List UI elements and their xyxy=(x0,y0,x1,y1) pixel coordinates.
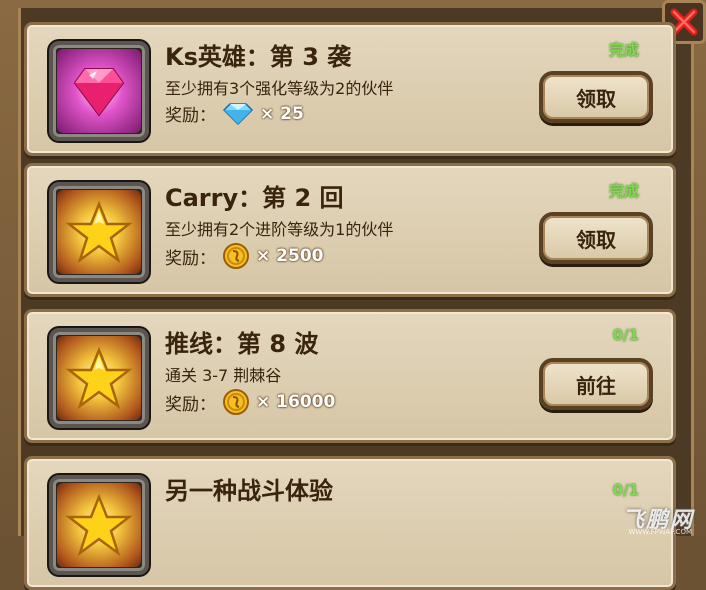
quest-status: 0/1 xyxy=(612,326,639,344)
quest-reward: 奖励： × 2500 xyxy=(165,242,323,270)
reward-amount: × 25 xyxy=(260,103,304,124)
watermark-url: WWW.FPWAP.COM xyxy=(628,528,692,536)
claim-button[interactable]: 领取 xyxy=(539,71,653,123)
quest-description: 至少拥有3个强化等级为2的伙伴 xyxy=(165,79,394,98)
quest-title: Ks英雄：第 3 袭 xyxy=(165,43,352,71)
quest-reward: 奖励： × 16000 xyxy=(165,388,335,416)
claim-button[interactable]: 领取 xyxy=(539,212,653,264)
quest-icon-frame xyxy=(49,475,149,575)
quest-title: Carry：第 2 回 xyxy=(165,184,344,212)
gold-star-icon xyxy=(65,493,133,557)
quest-title: 推线：第 8 波 xyxy=(165,330,319,358)
reward-label: 奖励： xyxy=(165,394,216,415)
diamond-icon xyxy=(222,102,254,125)
reward-label: 奖励： xyxy=(165,106,216,126)
reward-amount: × 16000 xyxy=(256,392,336,412)
reward-label: 奖励： xyxy=(165,248,216,269)
quest-description: 至少拥有2个进阶等级为1的伙伴 xyxy=(165,220,394,239)
quest-reward: 奖励： × 25 xyxy=(165,101,304,126)
gold-coin-icon xyxy=(223,243,249,269)
quest-status: 完成 xyxy=(608,41,639,59)
gold-coin-icon xyxy=(223,389,249,415)
quest-card: 推线：第 8 波 通关 3-7 荆棘谷 奖励： × 16000 0/1 前往 xyxy=(24,309,676,443)
quest-icon-frame xyxy=(49,41,149,141)
gold-star-icon xyxy=(65,346,133,410)
quest-status: 0/1 xyxy=(612,481,639,499)
quest-description: 通关 3-7 荆棘谷 xyxy=(165,366,282,385)
goto-button[interactable]: 前往 xyxy=(539,358,653,410)
reward-amount: × 2500 xyxy=(256,246,324,266)
quest-status: 完成 xyxy=(608,182,639,200)
quest-icon-frame xyxy=(49,182,149,282)
quest-icon-frame xyxy=(49,328,149,428)
gold-star-icon xyxy=(65,200,133,264)
quest-card: Ks英雄：第 3 袭 至少拥有3个强化等级为2的伙伴 奖励： × 25 完成 领… xyxy=(24,22,676,156)
quest-title: 另一种战斗体验 xyxy=(165,477,333,505)
pink-gem-icon xyxy=(73,68,125,117)
quest-card: 另一种战斗体验 0/1 xyxy=(24,456,676,590)
quest-card: Carry：第 2 回 至少拥有2个进阶等级为1的伙伴 奖励： × 2500 完… xyxy=(24,163,676,297)
